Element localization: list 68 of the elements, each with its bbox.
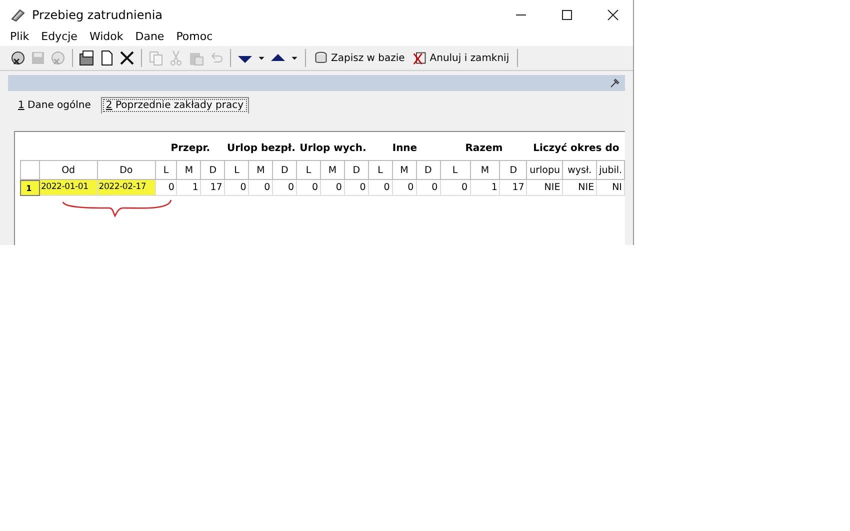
- menu-item[interactable]: Edycje: [41, 30, 78, 46]
- column-header: Od: [40, 160, 98, 180]
- column-header: Do: [98, 160, 156, 180]
- column-header: L: [297, 160, 322, 180]
- table-cell: 0: [416, 180, 441, 196]
- table-cell: 0: [440, 180, 471, 196]
- group-header: Urlop bezpł.: [226, 142, 296, 154]
- table-cell: NI: [597, 180, 625, 196]
- menu-item[interactable]: Widok: [89, 30, 124, 46]
- properties-icon[interactable]: [79, 50, 95, 66]
- column-header: M: [321, 160, 345, 180]
- table-cell: 2022-01-01: [40, 180, 98, 196]
- delete-icon[interactable]: [119, 50, 135, 66]
- table-cell: 0: [368, 180, 393, 196]
- table-cell: NIE: [527, 180, 564, 196]
- table-cell: 17: [500, 180, 528, 196]
- table-cell: 1: [177, 180, 202, 196]
- menu-item[interactable]: Pomoc: [176, 30, 213, 46]
- table-cell: 0: [249, 180, 274, 196]
- table-cell: 0: [297, 180, 321, 196]
- column-header: M: [177, 160, 202, 180]
- column-header: L: [368, 160, 393, 180]
- table-cell: 0: [392, 180, 417, 196]
- tab[interactable]: 2 Poprzednie zakłady pracy: [100, 97, 248, 114]
- column-header: D: [416, 160, 441, 180]
- table-cell: 1: [470, 180, 500, 196]
- table-cell: 17: [201, 180, 226, 196]
- maximize-icon[interactable]: [561, 9, 573, 21]
- column-header: D: [201, 160, 226, 180]
- group-header: Liczyć okres do: [532, 142, 620, 154]
- table-cell: 0: [321, 180, 345, 196]
- table-cell: NIE: [563, 180, 598, 196]
- column-header: M: [249, 160, 274, 180]
- page-icon[interactable]: [99, 50, 115, 66]
- disk-cross-icon[interactable]: [10, 50, 26, 66]
- column-header: M: [392, 160, 417, 180]
- cross-icon: [412, 51, 427, 65]
- row-number: 1: [20, 180, 40, 196]
- close-icon[interactable]: [607, 9, 619, 21]
- database-icon: [314, 51, 328, 65]
- group-header: Razem: [464, 142, 504, 154]
- group-header: Inne: [391, 142, 418, 154]
- tab[interactable]: 1 Dane ogólne: [14, 97, 95, 114]
- table-cell: 2022-02-17: [98, 180, 156, 196]
- column-header: L: [156, 160, 178, 180]
- menu-item[interactable]: Plik: [10, 30, 30, 46]
- column-header: urlopu: [527, 160, 564, 180]
- column-header: D: [500, 160, 528, 180]
- save-button[interactable]: Zapisz w bazie: [312, 48, 407, 68]
- column-header: wysł.: [563, 160, 598, 180]
- table-cell: 0: [344, 180, 369, 196]
- group-header: Urlop wych.: [298, 142, 368, 154]
- menu-item[interactable]: Dane: [135, 30, 164, 46]
- app-icon: [10, 7, 26, 23]
- cancel-button[interactable]: Anuluj i zamknij: [410, 48, 512, 68]
- table-cell: 0: [156, 180, 178, 196]
- column-header: L: [440, 160, 471, 180]
- window-title: Przebieg zatrudnienia: [32, 8, 163, 22]
- table-cell: 0: [273, 180, 298, 196]
- column-header: L: [225, 160, 250, 180]
- group-header: Przepr.: [170, 142, 212, 154]
- pin-icon[interactable]: [609, 77, 621, 89]
- table-cell: 0: [225, 180, 250, 196]
- column-header: D: [344, 160, 369, 180]
- column-header: [20, 160, 40, 180]
- column-header: jubil.: [597, 160, 626, 180]
- column-header: M: [470, 160, 500, 180]
- column-header: D: [273, 160, 298, 180]
